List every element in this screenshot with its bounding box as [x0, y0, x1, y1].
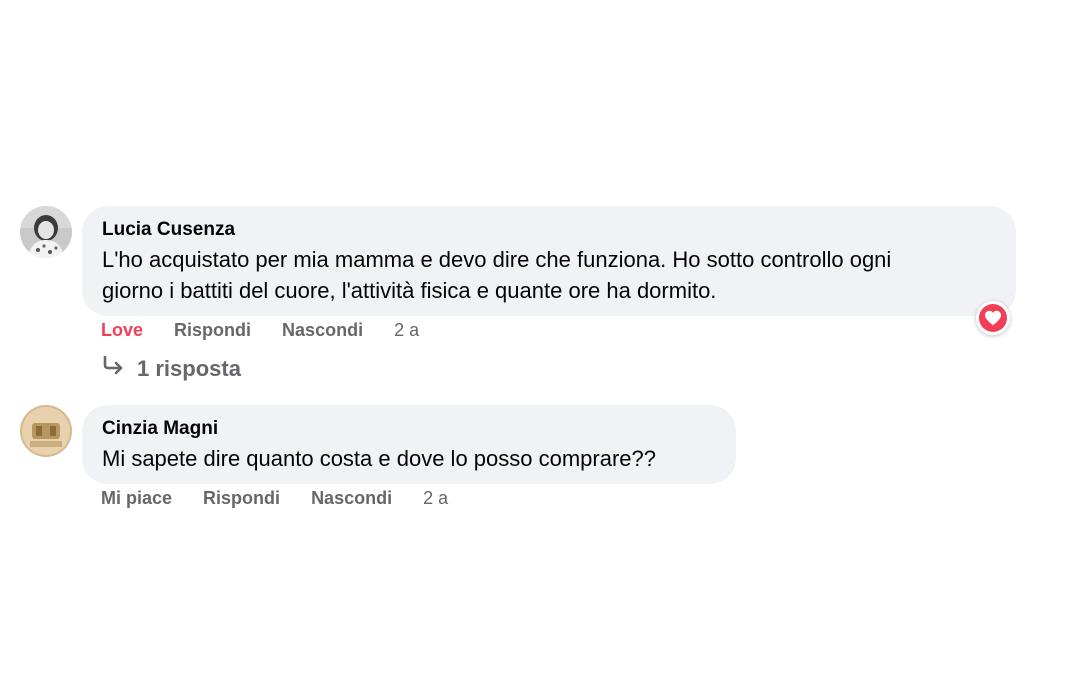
replies-count-label: 1 risposta [137, 356, 241, 381]
comment-timestamp[interactable]: 2 a [394, 320, 419, 340]
hide-button[interactable]: Nascondi [282, 320, 363, 340]
like-button[interactable]: Mi piace [101, 488, 172, 508]
reply-button[interactable]: Rispondi [174, 320, 251, 340]
comment-author[interactable]: Cinzia Magni [102, 417, 716, 441]
view-replies-link[interactable]: 1 risposta [101, 355, 241, 382]
reply-button[interactable]: Rispondi [203, 488, 280, 508]
love-reaction-button[interactable]: Love [101, 320, 143, 340]
comment-text-line-2: giorno i battiti del cuore, l'attività f… [102, 278, 717, 303]
avatar-photo [20, 405, 72, 457]
avatar[interactable] [20, 405, 72, 457]
reply-arrow-icon [101, 355, 125, 382]
avatar-photo [20, 206, 72, 258]
comment-text-line-1: L'ho acquistato per mia mamma e devo dir… [102, 247, 892, 272]
comment-author[interactable]: Lucia Cusenza [102, 218, 996, 242]
comment-timestamp[interactable]: 2 a [423, 488, 448, 508]
comment-bubble: Lucia Cusenza L'ho acquistato per mia ma… [82, 206, 1016, 316]
love-heart-icon [979, 304, 1007, 332]
love-reaction-badge[interactable] [976, 301, 1010, 335]
comment-actions: Love Rispondi Nascondi 2 a [101, 320, 419, 341]
comment-bubble: Cinzia Magni Mi sapete dire quanto costa… [82, 405, 736, 484]
comment-actions: Mi piace Rispondi Nascondi 2 a [101, 488, 448, 509]
comment-text: Mi sapete dire quanto costa e dove lo po… [102, 446, 656, 471]
hide-button[interactable]: Nascondi [311, 488, 392, 508]
avatar[interactable] [20, 206, 72, 258]
